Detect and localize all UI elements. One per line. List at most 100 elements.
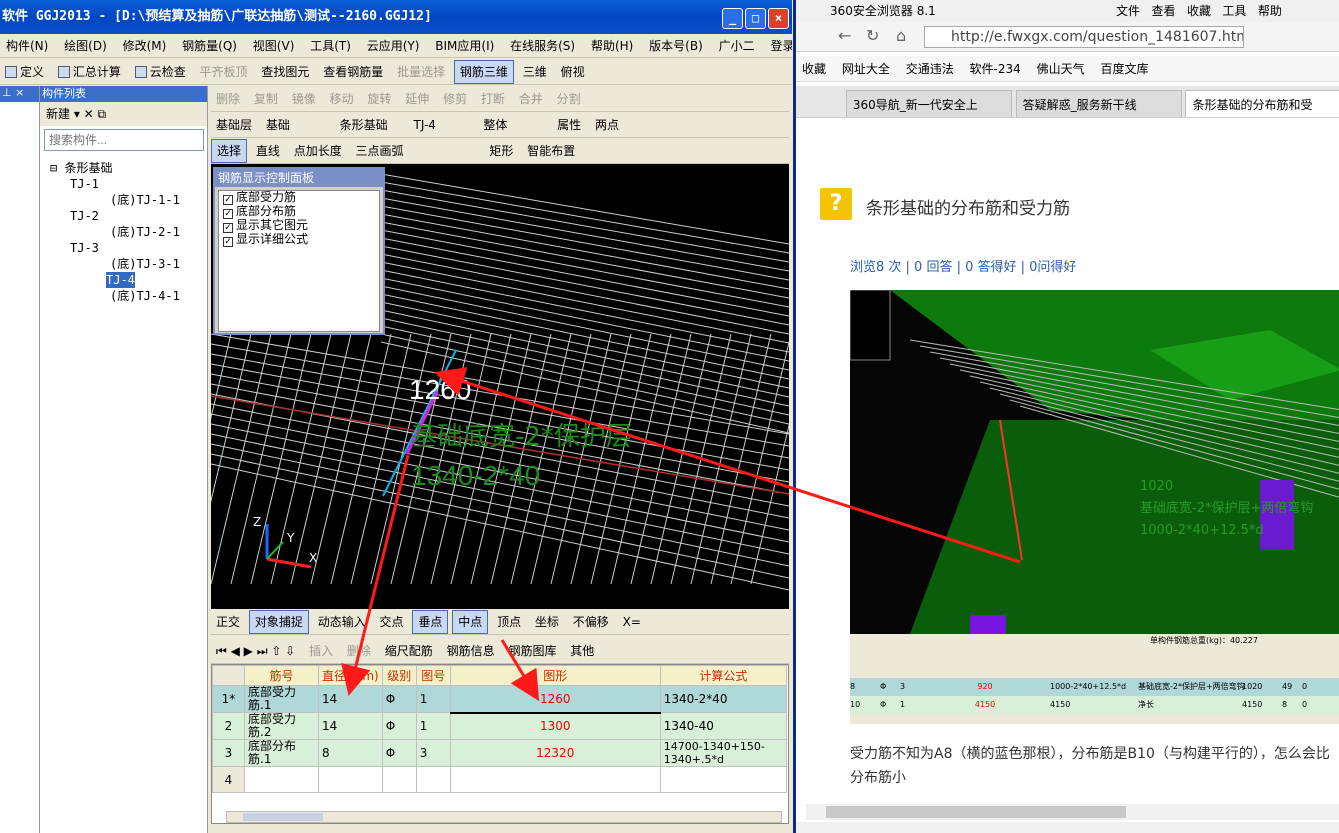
cell-formula[interactable]: 1340-2*40 [659, 685, 788, 713]
cloud-check-button[interactable]: 云检查 [130, 59, 191, 84]
cell-grade[interactable] [381, 766, 417, 793]
cell-fig[interactable]: 1 [415, 712, 451, 740]
delete-component-icon[interactable]: ▾ ✕ ⧉ [74, 107, 106, 121]
menu-cloud[interactable]: 云应用(Y) [361, 34, 426, 57]
cell-formula[interactable]: 14700-1340+150-1340+.5*d [659, 739, 788, 767]
3d-view-button[interactable]: 三维 [518, 59, 552, 84]
properties-button[interactable]: 属性 [552, 112, 586, 137]
rebar-info-button[interactable]: 钢筋信息 [442, 638, 500, 663]
offset-select[interactable]: 不偏移 [568, 609, 614, 634]
checkbox-checked-icon[interactable]: ✓ [223, 237, 233, 247]
scope-select[interactable]: 整体 [478, 112, 548, 137]
coord-snap-button[interactable]: 坐标 [530, 609, 564, 634]
menu-help[interactable]: 帮助 [1258, 4, 1282, 18]
menu-view[interactable]: 视图(V) [247, 34, 301, 57]
object-snap-button[interactable]: 对象捕捉 [248, 610, 309, 634]
cell-diameter[interactable] [318, 766, 383, 793]
cell-name[interactable] [244, 766, 319, 793]
browser-tab[interactable]: 答疑解惑_服务新干线 [1015, 90, 1182, 117]
smart-layout-button[interactable]: 智能布置 [522, 138, 580, 163]
nav-arrows-icon[interactable]: ⏮ ◀ ▶ ⏭ ⇧ ⇩ [211, 638, 300, 663]
cell-formula[interactable]: 1340-40 [659, 712, 788, 740]
cell-diameter[interactable]: 14 [318, 712, 383, 740]
align-slab-button[interactable]: 平齐板顶 [195, 59, 253, 84]
delete-button[interactable]: 删除 [211, 86, 245, 111]
question-stats[interactable]: 浏览8 次 | 0 回答 | 0 答得好 | 0问得好 [850, 256, 1076, 275]
component-select[interactable]: TJ-4 [409, 112, 475, 137]
point-length-button[interactable]: 点加长度 [289, 138, 347, 163]
table-row[interactable]: 1* 底部受力筋.1 14 Φ 1 1260 1340-2*40 [212, 685, 788, 714]
tree-item-tj4-1[interactable]: (底)TJ-4-1 [110, 288, 180, 304]
delete-row-button[interactable]: 删除 [342, 638, 376, 663]
cell-shape[interactable] [449, 766, 661, 793]
two-point-button[interactable]: 两点 [590, 112, 624, 137]
cell-grade[interactable]: Φ [381, 739, 417, 767]
component-search-input[interactable] [44, 129, 204, 151]
menu-favorites[interactable]: 收藏 [1187, 4, 1211, 18]
dock-pin-icon[interactable]: ⊥ × [0, 86, 39, 102]
maximize-button[interactable]: □ [745, 8, 766, 29]
tree-root[interactable]: ⊟ 条形基础 [50, 160, 112, 176]
menu-component[interactable]: 构件(N) [0, 34, 54, 57]
dynamic-input-button[interactable]: 动态输入 [313, 609, 371, 634]
batch-select-button[interactable]: 批量选择 [392, 59, 450, 84]
floor-select[interactable]: 基础层 [211, 112, 257, 137]
rebar-library-button[interactable]: 钢筋图库 [503, 638, 561, 663]
find-element-button[interactable]: 查找图元 [256, 59, 314, 84]
extend-button[interactable]: 延伸 [400, 86, 434, 111]
fav-item[interactable]: 软件-234 [964, 56, 1027, 81]
ortho-button[interactable]: 正交 [211, 609, 245, 634]
cell-fig[interactable]: 3 [415, 739, 451, 767]
tree-item-tj3[interactable]: TJ-3 [70, 240, 99, 256]
checkbox-checked-icon[interactable]: ✓ [223, 195, 233, 205]
option-other-elements[interactable]: ✓ 显示其它图元 [219, 219, 379, 233]
scroll-thumb[interactable] [826, 806, 1126, 818]
menu-online[interactable]: 在线服务(S) [504, 34, 581, 57]
option-detail-formula[interactable]: ✓ 显示详细公式 [219, 233, 379, 247]
menu-assistant[interactable]: 广小二 [713, 34, 761, 57]
menu-tools[interactable]: 工具(T) [304, 34, 357, 57]
fav-item[interactable]: 百度文库 [1094, 56, 1154, 81]
split-button[interactable]: 分割 [552, 86, 586, 111]
table-hscrollbar[interactable] [226, 811, 782, 823]
fav-item[interactable]: 网址大全 [836, 56, 896, 81]
menu-rebar-qty[interactable]: 钢筋量(Q) [176, 34, 243, 57]
refresh-icon[interactable]: ↻ [866, 26, 879, 45]
cell-fig[interactable]: 1 [415, 685, 451, 713]
cell-name[interactable]: 底部受力筋.1 [244, 685, 319, 713]
merge-button[interactable]: 合并 [514, 86, 548, 111]
menu-view[interactable]: 查看 [1151, 4, 1175, 18]
calc-button[interactable]: 汇总计算 [53, 59, 126, 84]
table-row[interactable]: 4 [212, 766, 788, 793]
tree-item-tj3-1[interactable]: (底)TJ-3-1 [110, 256, 180, 272]
back-icon[interactable]: ← [838, 26, 851, 45]
scale-rebar-button[interactable]: 缩尺配筋 [380, 638, 438, 663]
home-icon[interactable]: ⌂ [896, 26, 906, 45]
view-rebar-button[interactable]: 查看钢筋量 [318, 59, 388, 84]
tree-item-tj1[interactable]: TJ-1 [70, 176, 99, 192]
browser-tab-active[interactable]: 条形基础的分布筋和受 [1185, 90, 1339, 117]
define-button[interactable]: 定义 [0, 59, 49, 84]
cell-formula[interactable] [659, 766, 788, 793]
fav-item[interactable]: 收藏 [796, 56, 832, 81]
select-tool-button[interactable]: 选择 [211, 139, 248, 163]
close-button[interactable]: × [768, 8, 789, 29]
midpoint-snap-button[interactable]: 中点 [452, 610, 489, 634]
fav-item[interactable]: 佛山天气 [1031, 56, 1091, 81]
arc-tool-button[interactable]: 三点画弧 [351, 138, 481, 163]
option-bottom-dist[interactable]: ✓ 底部分布筋 [219, 205, 379, 219]
cell-name[interactable]: 底部分布筋.1 [244, 739, 319, 767]
browser-tab[interactable]: 360导航_新一代安全上 [845, 90, 1012, 117]
line-tool-button[interactable]: 直线 [251, 138, 285, 163]
menu-help[interactable]: 帮助(H) [585, 34, 639, 57]
tree-item-tj2[interactable]: TJ-2 [70, 208, 99, 224]
insert-row-button[interactable]: 插入 [304, 638, 338, 663]
copy-button[interactable]: 复制 [249, 86, 283, 111]
cell-shape[interactable]: 1300 [449, 712, 661, 740]
menu-bim[interactable]: BIM应用(I) [429, 34, 500, 57]
tree-item-tj2-1[interactable]: (底)TJ-2-1 [110, 224, 180, 240]
table-row[interactable]: 3 底部分布筋.1 8 Φ 3 12320 14700-1340+150-134… [212, 739, 788, 767]
checkbox-checked-icon[interactable]: ✓ [223, 209, 233, 219]
cell-name[interactable]: 底部受力筋.2 [244, 712, 319, 740]
vertex-snap-button[interactable]: 顶点 [492, 609, 526, 634]
